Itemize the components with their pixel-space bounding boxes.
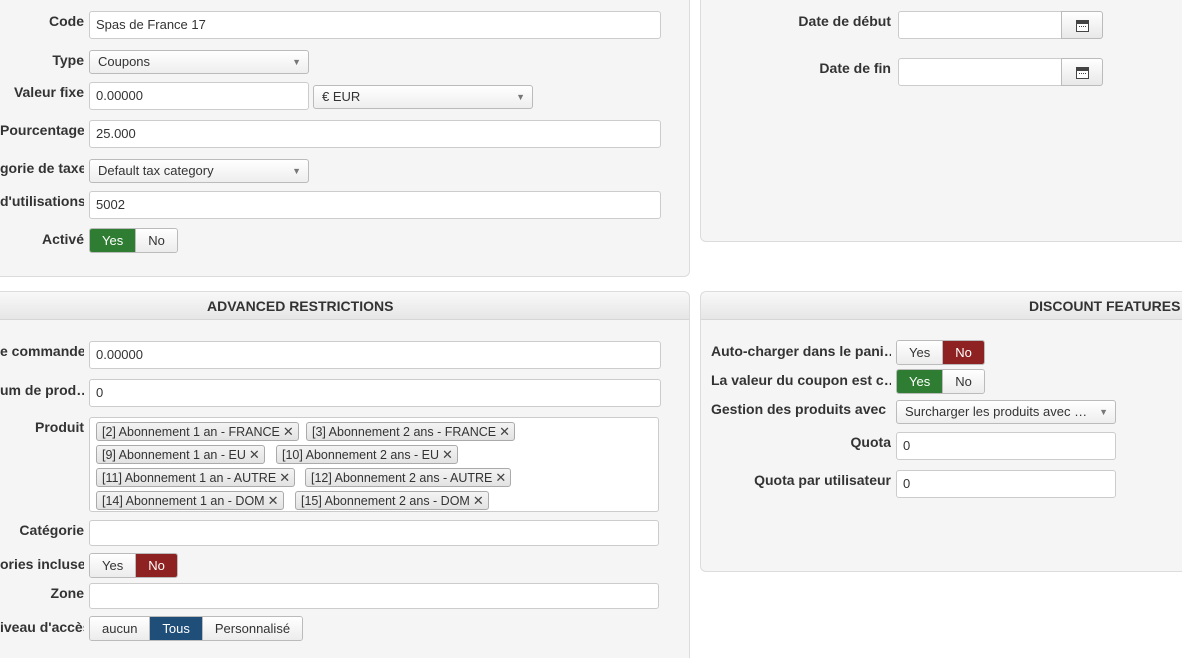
access-level-toggle: aucun Tous Personnalisé xyxy=(89,616,304,641)
currency-select-value: € EUR xyxy=(322,89,361,104)
product-tag: [12] Abonnement 2 ans - AUTRE ✕ xyxy=(305,468,512,487)
access-level-none-button[interactable]: aucun xyxy=(90,617,151,640)
remove-tag-icon[interactable]: ✕ xyxy=(268,493,279,508)
product-tag-label: [10] Abonnement 2 ans - EU xyxy=(282,448,440,462)
discount-features-title: DISCOUNT FEATURES xyxy=(1029,298,1181,314)
categories-included-toggle: Yes No xyxy=(89,553,178,578)
tax-category-select-value: Default tax category xyxy=(98,163,214,178)
remove-tag-icon[interactable]: ✕ xyxy=(473,493,484,508)
currency-select[interactable]: € EUR ▼ xyxy=(313,85,533,109)
calendar-icon xyxy=(1076,67,1089,79)
start-date-calendar-button[interactable] xyxy=(1061,11,1103,39)
quota-input[interactable]: 0 xyxy=(896,432,1116,460)
product-tag: [14] Abonnement 1 an - DOM ✕ xyxy=(96,491,284,510)
calendar-icon xyxy=(1076,20,1089,32)
auto-load-yes-button[interactable]: Yes xyxy=(897,341,944,364)
access-level-label: iveau d'accès xyxy=(0,619,84,635)
product-tag-label: [14] Abonnement 1 an - DOM xyxy=(102,494,265,508)
type-label: Type xyxy=(52,52,84,68)
pourcentage-label: Pourcentage xyxy=(0,122,84,138)
active-toggle: Yes No xyxy=(89,228,178,253)
type-select-value: Coupons xyxy=(98,54,151,69)
auto-load-no-button[interactable]: No xyxy=(943,341,984,364)
product-tag: [2] Abonnement 1 an - FRANCE ✕ xyxy=(96,422,299,441)
chevron-down-icon: ▼ xyxy=(292,57,301,67)
product-tag-label: [2] Abonnement 1 an - FRANCE xyxy=(102,425,280,439)
auto-load-label: Auto-charger dans le pani… xyxy=(711,343,891,359)
chevron-down-icon: ▼ xyxy=(292,166,301,176)
categories-included-label: ories incluses xyxy=(0,556,84,572)
product-tag: [3] Abonnement 2 ans - FRANCE ✕ xyxy=(306,422,516,441)
product-tag: [10] Abonnement 2 ans - EU ✕ xyxy=(276,445,458,464)
access-level-custom-button[interactable]: Personnalisé xyxy=(202,617,303,640)
product-handling-select-value: Surcharger les produits avec … xyxy=(905,404,1088,419)
product-tag-label: [12] Abonnement 2 ans - AUTRE xyxy=(311,471,493,485)
coupon-value-yes-button[interactable]: Yes xyxy=(897,370,944,393)
type-select[interactable]: Coupons ▼ xyxy=(89,50,309,74)
product-tag: [15] Abonnement 2 ans - DOM ✕ xyxy=(295,491,489,510)
products-multiselect[interactable]: [2] Abonnement 1 an - FRANCE ✕ [3] Abonne… xyxy=(89,417,659,512)
code-label: Code xyxy=(49,13,84,29)
coupon-value-label: La valeur du coupon est c… xyxy=(711,372,891,388)
active-yes-button[interactable]: Yes xyxy=(90,229,137,252)
min-products-label: um de prod… xyxy=(0,382,84,398)
chevron-down-icon: ▼ xyxy=(516,92,525,102)
zone-input[interactable] xyxy=(89,583,659,609)
min-order-label: e commande xyxy=(0,343,84,359)
code-input[interactable]: Spas de France 17 xyxy=(89,11,661,39)
remove-tag-icon[interactable]: ✕ xyxy=(283,424,294,439)
quota-per-user-label: Quota par utilisateur xyxy=(754,472,891,488)
product-tag: [11] Abonnement 1 an - AUTRE ✕ xyxy=(96,468,296,487)
end-date-label: Date de fin xyxy=(819,60,891,76)
active-label: Activé xyxy=(41,231,84,247)
auto-load-toggle: Yes No xyxy=(896,340,985,365)
category-input[interactable] xyxy=(89,520,659,546)
min-products-input[interactable]: 0 xyxy=(89,379,661,407)
remove-tag-icon[interactable]: ✕ xyxy=(279,470,290,485)
remove-tag-icon[interactable]: ✕ xyxy=(499,424,510,439)
coupon-value-toggle: Yes No xyxy=(896,369,985,394)
valeur-fixe-input[interactable]: 0.00000 xyxy=(89,82,309,110)
min-order-input[interactable]: 0.00000 xyxy=(89,341,661,369)
end-date-input[interactable] xyxy=(898,58,1062,86)
product-tag-label: [11] Abonnement 1 an - AUTRE xyxy=(102,471,277,485)
categories-included-yes-button[interactable]: Yes xyxy=(90,554,137,577)
end-date-calendar-button[interactable] xyxy=(1061,58,1103,86)
product-handling-select[interactable]: Surcharger les produits avec … ▼ xyxy=(896,400,1116,424)
tax-category-select[interactable]: Default tax category ▼ xyxy=(89,159,309,183)
advanced-restrictions-title: ADVANCED RESTRICTIONS xyxy=(207,298,394,314)
zone-label: Zone xyxy=(50,585,84,601)
active-no-button[interactable]: No xyxy=(136,229,177,252)
product-tag: [9] Abonnement 1 an - EU ✕ xyxy=(96,445,265,464)
chevron-down-icon: ▼ xyxy=(1099,407,1108,417)
valeur-fixe-label: Valeur fixe xyxy=(13,84,84,100)
remove-tag-icon[interactable]: ✕ xyxy=(249,447,260,462)
categories-included-no-button[interactable]: No xyxy=(136,554,177,577)
quota-label: Quota xyxy=(850,434,891,450)
access-level-all-button[interactable]: Tous xyxy=(150,617,203,640)
category-label: Catégorie xyxy=(19,522,84,538)
product-tag-label: [9] Abonnement 1 an - EU xyxy=(102,448,246,462)
remove-tag-icon[interactable]: ✕ xyxy=(495,470,506,485)
coupon-value-no-button[interactable]: No xyxy=(943,370,984,393)
discount-features-header: DISCOUNT FEATURES xyxy=(701,292,1182,320)
quota-per-user-input[interactable]: 0 xyxy=(896,470,1116,498)
product-tag-label: [15] Abonnement 2 ans - DOM xyxy=(301,494,470,508)
start-date-label: Date de début xyxy=(798,13,891,29)
pourcentage-input[interactable]: 25.000 xyxy=(89,120,661,148)
product-handling-label: Gestion des produits avec … xyxy=(711,401,891,417)
utilisations-input[interactable]: 5002 xyxy=(89,191,661,219)
products-label: Produit xyxy=(35,419,84,435)
start-date-input[interactable] xyxy=(898,11,1062,39)
remove-tag-icon[interactable]: ✕ xyxy=(442,447,453,462)
advanced-restrictions-header: ADVANCED RESTRICTIONS xyxy=(0,292,689,320)
utilisations-label: d'utilisations xyxy=(0,193,84,209)
product-tag-label: [3] Abonnement 2 ans - FRANCE xyxy=(312,425,497,439)
tax-category-label: gorie de taxe xyxy=(0,160,84,176)
